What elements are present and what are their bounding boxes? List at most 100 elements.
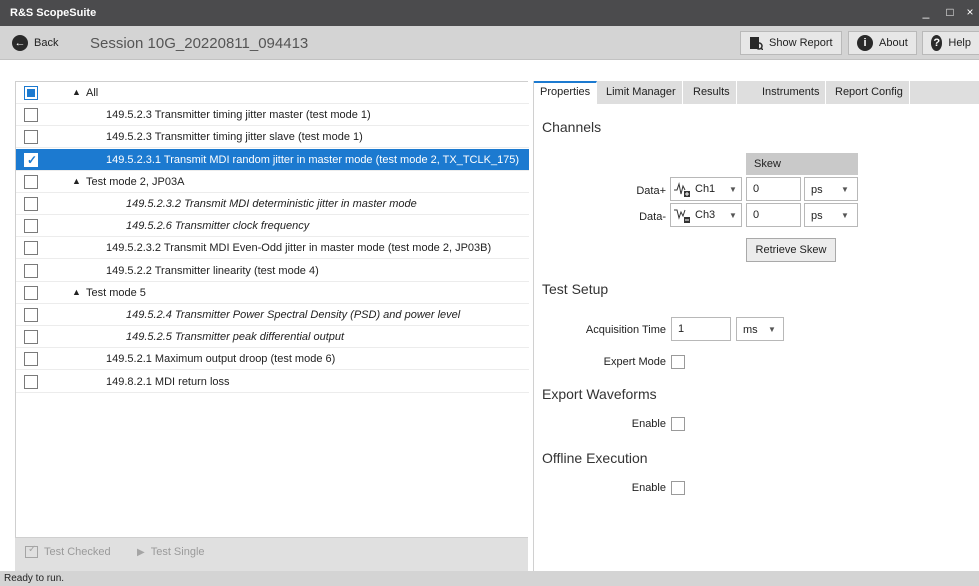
tree-row[interactable]: 149.5.2.1 Maximum output droop (test mod… <box>16 348 529 370</box>
data-minus-channel-value: Ch3 <box>695 209 716 221</box>
help-button[interactable]: ? Help <box>922 31 979 55</box>
tree-row[interactable]: ▲ Test mode 5 <box>16 282 529 304</box>
row-checkbox[interactable] <box>24 308 38 322</box>
row-checkbox[interactable] <box>24 286 38 300</box>
export-waveforms-section-title: Export Waveforms <box>542 386 657 402</box>
chevron-down-icon: ▼ <box>729 185 737 194</box>
test-checked-button[interactable]: ✓ Test Checked <box>25 544 111 558</box>
title-bar: R&S ScopeSuite _ □ × <box>0 0 979 26</box>
expand-collapse-icon[interactable]: ▲ <box>72 287 81 297</box>
test-single-button[interactable]: ▶ Test Single <box>137 546 205 558</box>
tree-row-label: 149.5.2.3.1 Transmit MDI random jitter i… <box>106 154 520 166</box>
data-plus-unit-select[interactable]: ps ▼ <box>804 177 858 201</box>
tree-row-label: 149.5.2.3 Transmitter timing jitter slav… <box>106 131 363 143</box>
data-minus-label: Data- <box>639 211 666 223</box>
expand-collapse-icon[interactable]: ▲ <box>72 176 81 186</box>
tree-row-label: 149.5.2.3.2 Transmit MDI deterministic j… <box>126 198 417 210</box>
tree-row[interactable]: 149.5.2.3.2 Transmit MDI Even-Odd jitter… <box>16 237 529 259</box>
tree-row-label: Test mode 2, JP03A <box>86 176 185 188</box>
tree-row[interactable]: 149.5.2.3.2 Transmit MDI deterministic j… <box>16 193 529 215</box>
toolbar: ← Back Session 10G_20220811_094413 Show … <box>0 26 979 60</box>
maximize-button[interactable]: □ <box>942 4 958 20</box>
tree-row[interactable]: 149.5.2.6 Transmitter clock frequency <box>16 215 529 237</box>
show-report-label: Show Report <box>769 37 833 49</box>
tree-row[interactable]: 149.5.2.5 Transmitter peak differential … <box>16 326 529 348</box>
positive-probe-icon <box>674 182 690 197</box>
expert-mode-label: Expert Mode <box>603 356 666 368</box>
play-icon: ▶ <box>137 546 145 558</box>
tree-row-label: 149.5.2.2 Transmitter linearity (test mo… <box>106 265 319 277</box>
row-checkbox[interactable] <box>24 219 38 233</box>
row-checkbox[interactable] <box>24 264 38 278</box>
expand-collapse-icon[interactable]: ▲ <box>72 87 81 97</box>
tree-row-label: 149.5.2.5 Transmitter peak differential … <box>126 331 345 343</box>
tree-row[interactable]: 149.5.2.4 Transmitter Power Spectral Den… <box>16 304 529 326</box>
tree-row-label: 149.8.2.1 MDI return loss <box>106 376 230 388</box>
data-plus-skew-value: 0 <box>753 183 760 195</box>
tree-row[interactable]: 149.5.2.3.1 Transmit MDI random jitter i… <box>16 149 529 171</box>
tree-row[interactable]: 149.8.2.1 MDI return loss <box>16 371 529 393</box>
tree-row-label: 149.5.2.4 Transmitter Power Spectral Den… <box>126 309 461 321</box>
status-bar: Ready to run. <box>0 571 979 586</box>
test-setup-section-title: Test Setup <box>542 281 609 297</box>
offline-enable-checkbox[interactable] <box>671 481 685 495</box>
tree-row-label: 149.5.2.6 Transmitter clock frequency <box>126 220 310 232</box>
tree-row[interactable]: ▲ Test mode 2, JP03A <box>16 171 529 193</box>
help-icon: ? <box>931 35 943 51</box>
session-title: Session 10G_20220811_094413 <box>90 35 309 52</box>
export-enable-checkbox[interactable] <box>671 417 685 431</box>
row-checkbox[interactable] <box>24 375 38 389</box>
acquisition-time-label: Acquisition Time <box>585 324 666 336</box>
tree-row-label: All <box>86 87 99 99</box>
back-label: Back <box>34 37 59 49</box>
row-checkbox[interactable] <box>24 153 38 167</box>
test-tree-panel: ▲ All 149.5.2.3 Transmitter timing jitter … <box>15 81 529 538</box>
acquisition-time-unit-value: ms <box>743 324 758 336</box>
row-checkbox[interactable] <box>24 197 38 211</box>
status-text: Ready to run. <box>4 573 65 584</box>
row-checkbox[interactable] <box>24 86 38 100</box>
tree-row-label: 149.5.2.1 Maximum output droop (test mod… <box>106 353 336 365</box>
data-plus-channel-value: Ch1 <box>695 183 716 195</box>
acquisition-time-input[interactable]: 1 <box>671 317 731 341</box>
data-plus-unit-value: ps <box>811 184 823 196</box>
tab-instruments[interactable]: Instruments <box>756 81 827 104</box>
tab-properties[interactable]: Properties <box>534 81 598 104</box>
close-button[interactable]: × <box>962 4 978 20</box>
about-button[interactable]: i About <box>848 31 917 55</box>
tab-limit-manager[interactable]: Limit Manager <box>600 81 683 104</box>
row-checkbox[interactable] <box>24 175 38 189</box>
data-minus-channel-select[interactable]: Ch3 ▼ <box>670 203 742 227</box>
help-label: Help <box>948 37 971 49</box>
data-plus-skew-input[interactable]: 0 <box>746 177 801 201</box>
row-checkbox[interactable] <box>24 241 38 255</box>
skew-header: Skew <box>746 153 858 175</box>
chevron-down-icon: ▼ <box>841 211 849 220</box>
acquisition-time-unit-select[interactable]: ms ▼ <box>736 317 784 341</box>
row-checkbox[interactable] <box>24 108 38 122</box>
data-minus-unit-select[interactable]: ps ▼ <box>804 203 858 227</box>
data-plus-label: Data+ <box>636 185 666 197</box>
retrieve-skew-button[interactable]: Retrieve Skew <box>746 238 836 262</box>
minimize-button[interactable]: _ <box>918 4 934 20</box>
tree-row[interactable]: 149.5.2.2 Transmitter linearity (test mo… <box>16 260 529 282</box>
tree-row-label: 149.5.2.3 Transmitter timing jitter mast… <box>106 109 371 121</box>
row-checkbox[interactable] <box>24 352 38 366</box>
tree-row[interactable]: 149.5.2.3 Transmitter timing jitter mast… <box>16 104 529 126</box>
row-checkbox[interactable] <box>24 330 38 344</box>
expert-mode-checkbox[interactable] <box>671 355 685 369</box>
tree-row[interactable]: 149.5.2.3 Transmitter timing jitter slav… <box>16 126 529 148</box>
back-button[interactable]: ← Back <box>12 32 58 54</box>
tree-row[interactable]: ▲ All <box>16 82 529 104</box>
show-report-button[interactable]: Show Report <box>740 31 842 55</box>
checklist-icon: ✓ <box>25 544 38 558</box>
data-plus-channel-select[interactable]: Ch1 ▼ <box>670 177 742 201</box>
tab-results[interactable]: Results <box>687 81 737 104</box>
negative-probe-icon <box>674 209 690 223</box>
row-checkbox[interactable] <box>24 130 38 144</box>
test-single-label: Test Single <box>150 546 205 558</box>
data-minus-unit-value: ps <box>811 210 823 222</box>
tree-row-label: Test mode 5 <box>86 287 146 299</box>
tab-report-config[interactable]: Report Config <box>829 81 910 104</box>
data-minus-skew-input[interactable]: 0 <box>746 203 801 227</box>
